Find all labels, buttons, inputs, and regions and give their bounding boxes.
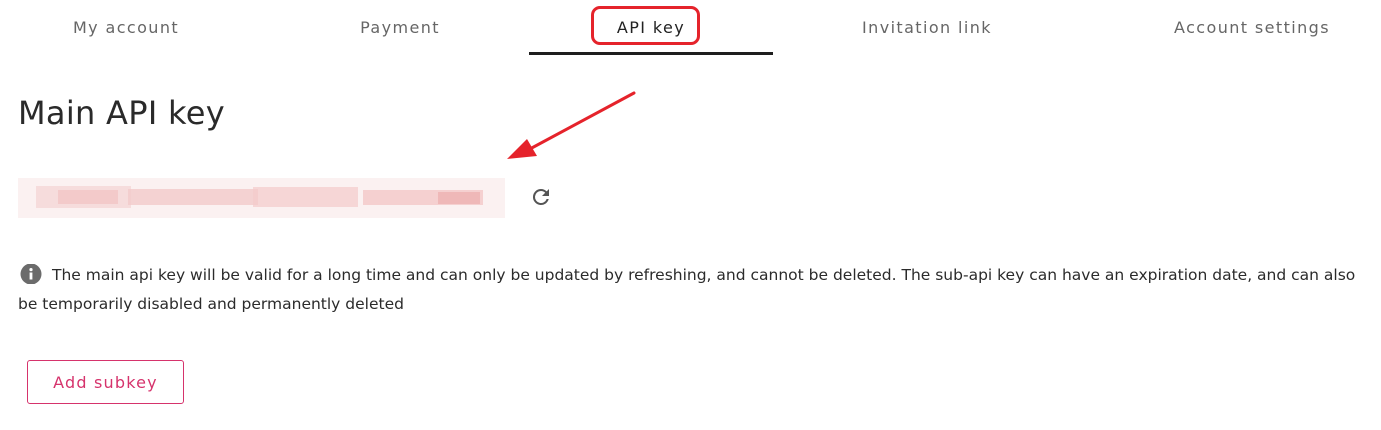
active-tab-underline (529, 52, 773, 55)
info-note: The main api key will be valid for a lon… (18, 261, 1358, 319)
tab-account-settings[interactable]: Account settings (1128, 0, 1376, 54)
refresh-icon (532, 188, 549, 205)
info-text: The main api key will be valid for a lon… (18, 266, 1356, 313)
api-key-value-redacted[interactable] (18, 178, 505, 218)
account-tabs: My account Payment API key Invitation li… (0, 0, 1381, 56)
add-subkey-button[interactable]: Add subkey (27, 360, 184, 404)
info-icon (20, 264, 42, 284)
tab-my-account[interactable]: My account (0, 0, 252, 54)
tab-api-key[interactable]: API key (529, 0, 773, 54)
tab-payment[interactable]: Payment (274, 0, 526, 54)
page-title: Main API key (18, 94, 225, 132)
redaction-block (58, 190, 118, 204)
redaction-block (438, 192, 480, 204)
refresh-key-button[interactable] (527, 183, 555, 211)
redaction-block (253, 187, 358, 207)
redaction-block (128, 189, 258, 205)
tab-invitation-link[interactable]: Invitation link (800, 0, 1054, 54)
